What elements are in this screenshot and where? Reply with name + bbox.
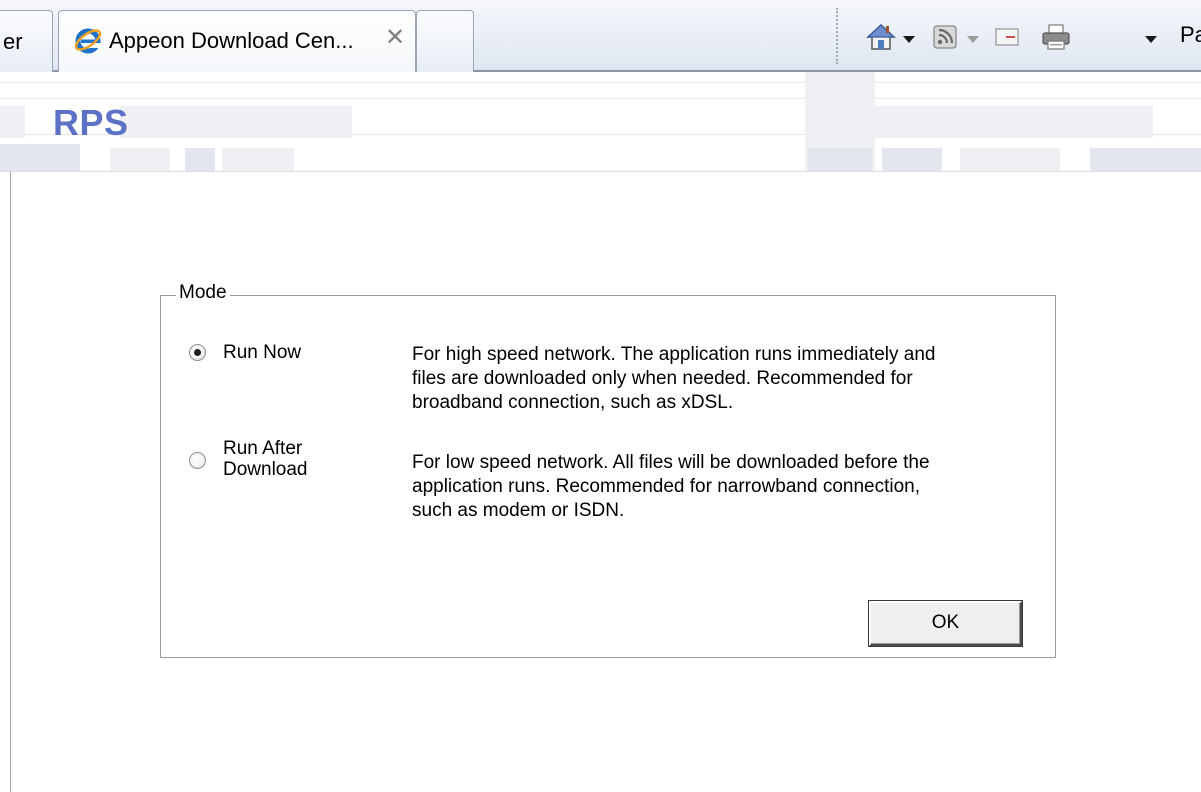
browser-tab-appeon[interactable]: Appeon Download Cen... ✕: [58, 10, 416, 72]
feeds-dropdown-arrow[interactable]: [967, 36, 979, 43]
browser-window: er Appeon Download Cen... ✕ Pa RPS Mode …: [0, 0, 1201, 792]
browser-tab-previous[interactable]: er: [0, 10, 53, 72]
run-after-download-radio[interactable]: [189, 452, 206, 469]
feeds-button[interactable]: [930, 22, 960, 52]
print-icon: [1040, 22, 1072, 52]
browser-tab-bar: er Appeon Download Cen... ✕ Pa: [0, 0, 1201, 72]
tab-label: Appeon Download Cen...: [109, 28, 354, 53]
run-now-label[interactable]: Run Now: [223, 342, 301, 363]
new-tab-button[interactable]: [416, 10, 474, 72]
page-title: RPS: [53, 102, 129, 143]
read-mail-button[interactable]: [992, 22, 1022, 52]
run-after-download-label[interactable]: Run After Download: [223, 438, 308, 480]
rss-feed-icon: [930, 22, 960, 52]
description-line: application runs. Recommended for narrow…: [412, 476, 921, 497]
read-mail-icon: [992, 22, 1022, 52]
mode-legend: Mode: [176, 282, 230, 304]
close-icon[interactable]: ✕: [383, 26, 407, 50]
run-after-download-description: For low speed network. All files will be…: [412, 451, 930, 523]
description-line: files are downloaded only when needed. R…: [412, 368, 913, 389]
page-left-edge: [10, 172, 11, 792]
description-line: such as modem or ISDN.: [412, 500, 625, 521]
command-bar-separator: [836, 8, 838, 64]
print-dropdown-arrow[interactable]: [1145, 36, 1157, 43]
print-button[interactable]: [1040, 22, 1072, 52]
description-line: For high speed network. The application …: [412, 344, 936, 365]
run-after-download-label-line: Run After: [223, 438, 303, 459]
description-line: broadband connection, such as xDSL.: [412, 392, 734, 413]
home-icon: [866, 22, 896, 52]
ok-button[interactable]: OK: [869, 601, 1022, 646]
home-dropdown-arrow[interactable]: [903, 36, 915, 43]
home-button[interactable]: [866, 22, 896, 52]
ie-icon: [73, 25, 103, 55]
tab-label: er: [3, 29, 23, 54]
page-menu-label[interactable]: Pa: [1180, 22, 1201, 48]
description-line: For low speed network. All files will be…: [412, 452, 930, 473]
run-now-radio[interactable]: [189, 344, 206, 361]
page-banner: RPS: [0, 72, 1201, 172]
run-now-label-line: Run Now: [223, 342, 302, 363]
run-after-download-label-line: Download: [223, 459, 308, 480]
run-now-description: For high speed network. The application …: [412, 343, 936, 415]
radio-selected-dot: [194, 349, 201, 356]
